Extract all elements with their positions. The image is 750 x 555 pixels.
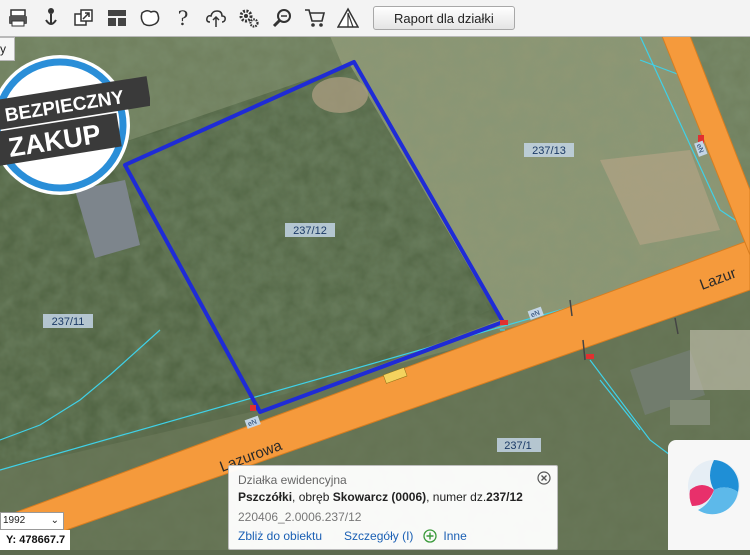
close-icon[interactable] [537,471,551,485]
layout-icon[interactable] [106,7,128,29]
svg-text:237/13: 237/13 [532,145,566,157]
obreb-name: Skowarcz (0006) [332,490,427,504]
pin-icon[interactable] [40,7,62,29]
other-options-link[interactable]: Inne [443,529,466,543]
parcel-info-popup: Działka ewidencyjna Pszczółki, obręb Sko… [228,465,558,550]
zoom-to-object-link[interactable]: Zbliż do obiektu [238,529,322,543]
svg-text:?: ? [178,7,189,29]
crs-select-value: 1992 [3,515,26,526]
help-icon[interactable]: ? [172,7,194,29]
parcel-label-237-12: 237/12 [285,223,335,237]
parcel-report-button[interactable]: Raport dla działki [373,6,515,30]
parcel-number: 237/12 [486,490,523,504]
parcel-label-237-1: 237/1 [497,438,541,452]
zoom-search-icon[interactable] [271,7,293,29]
popup-title: Działka ewidencyjna [238,473,347,487]
details-link[interactable]: Szczegóły (I) [344,529,413,543]
brand-logo-icon [688,460,740,515]
parcel-teryt-id: 220406_2.0006.237/12 [238,510,362,524]
warning-icon[interactable] [337,7,359,29]
print-icon[interactable] [7,7,29,29]
coordinate-readout: Y: 478667.7 [0,530,70,550]
parcel-number-prefix: , numer dz. [426,490,487,504]
layers-icon[interactable] [73,7,95,29]
cloud-upload-icon[interactable] [205,7,227,29]
svg-text:237/1: 237/1 [504,440,532,452]
toolbar: ? Raport dla działki [0,0,750,37]
parcel-identification: Pszczółki, obręb Skowarcz (0006), numer … [238,490,523,504]
locality-name: Pszczółki [238,490,293,504]
safe-purchase-badge: BEZPIECZNY ZAKUP [0,55,150,195]
parcel-label-237-13: 237/13 [524,143,574,157]
settings-icon[interactable] [238,7,260,29]
brand-logo-card [668,440,750,550]
crs-select[interactable]: 1992 ⌄ [0,512,64,530]
plus-circle-icon[interactable] [423,529,438,543]
chevron-down-icon: ⌄ [50,515,59,526]
svg-text:237/11: 237/11 [52,316,85,328]
popup-actions: Zbliż do obiektu Szczegóły (I) Inne [238,529,467,543]
parcel-label-237-11: 237/11 [43,314,93,328]
map-shape-icon[interactable] [139,7,161,29]
obreb-prefix: , obręb [292,490,333,504]
svg-text:237/12: 237/12 [293,225,327,237]
cart-icon[interactable] [304,7,326,29]
